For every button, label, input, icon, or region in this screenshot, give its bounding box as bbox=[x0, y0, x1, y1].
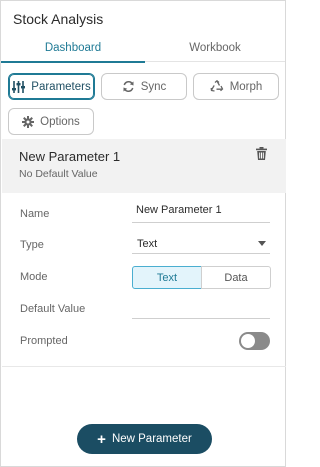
mode-option-text[interactable]: Text bbox=[132, 266, 202, 289]
morph-label: Morph bbox=[229, 80, 263, 93]
default-value-label: Default Value bbox=[20, 303, 86, 315]
default-value-input[interactable] bbox=[132, 300, 266, 312]
prompted-toggle[interactable] bbox=[239, 332, 270, 350]
options-label: Options bbox=[40, 115, 80, 128]
new-parameter-button[interactable]: + New Parameter bbox=[77, 424, 212, 454]
new-parameter-label: New Parameter bbox=[111, 433, 192, 445]
sync-icon bbox=[122, 80, 135, 93]
plus-icon: + bbox=[97, 430, 106, 448]
name-label: Name bbox=[20, 208, 50, 220]
tab-bar: Dashboard Workbook bbox=[1, 37, 285, 63]
tab-dashboard[interactable]: Dashboard bbox=[1, 37, 145, 63]
trash-icon[interactable] bbox=[256, 147, 267, 165]
mode-option-data[interactable]: Data bbox=[201, 266, 271, 289]
mode-label: Mode bbox=[20, 271, 48, 283]
default-value-field[interactable] bbox=[132, 300, 270, 319]
parameter-subtitle: No Default Value bbox=[19, 168, 98, 180]
panel: Stock Analysis Dashboard Workbook Parame… bbox=[0, 0, 286, 467]
name-field[interactable] bbox=[132, 204, 270, 223]
type-label: Type bbox=[20, 239, 44, 251]
name-input[interactable] bbox=[132, 204, 266, 216]
parameters-button[interactable]: Parameters bbox=[8, 73, 95, 100]
type-select[interactable]: Text bbox=[132, 236, 270, 254]
sync-label: Sync bbox=[140, 80, 167, 93]
gear-icon bbox=[22, 115, 35, 128]
parameter-header[interactable] bbox=[2, 139, 286, 193]
toggle-knob bbox=[241, 334, 255, 348]
divider bbox=[2, 366, 286, 367]
morph-button[interactable]: Morph bbox=[193, 73, 279, 100]
parameter-title: New Parameter 1 bbox=[19, 149, 121, 164]
chevron-down-icon bbox=[258, 241, 266, 246]
recycle-icon bbox=[210, 80, 224, 93]
sync-button[interactable]: Sync bbox=[101, 73, 187, 100]
tab-workbook[interactable]: Workbook bbox=[145, 37, 285, 62]
parameters-label: Parameters bbox=[31, 80, 91, 93]
options-button[interactable]: Options bbox=[8, 108, 94, 135]
type-value: Text bbox=[137, 238, 158, 250]
panel-title: Stock Analysis bbox=[13, 11, 104, 27]
prompted-label: Prompted bbox=[20, 335, 68, 347]
sliders-icon bbox=[12, 80, 26, 93]
